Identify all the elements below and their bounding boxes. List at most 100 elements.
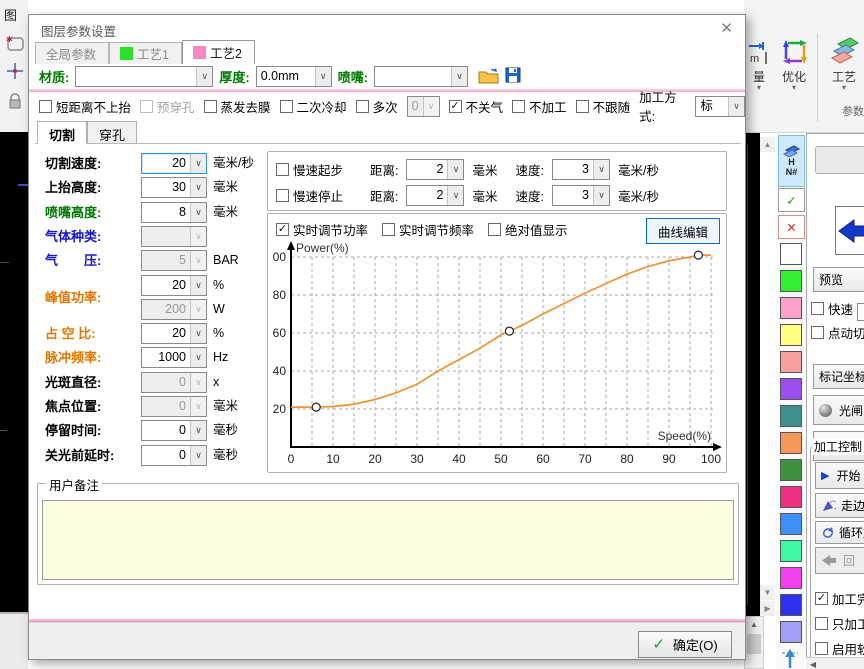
option-checkbox-5[interactable]: 多次	[356, 97, 398, 116]
tab-工艺2[interactable]: 工艺2	[182, 40, 255, 64]
option-checkbox-8[interactable]: 不跟随	[576, 97, 631, 116]
field-spinner[interactable]: 20∨	[141, 153, 207, 174]
layer-swatch-11[interactable]	[780, 513, 802, 535]
jog-cut-checkbox[interactable]: 点动切割	[811, 323, 864, 342]
layer-swatch-13[interactable]	[780, 567, 802, 589]
power-speed-chart[interactable]: 204060801000102030405060708090100Power(%…	[272, 240, 724, 470]
layer-scroll-down-icon[interactable]: ▼	[760, 585, 775, 600]
field-spinner[interactable]: 0∨	[141, 372, 207, 393]
option-checkbox-4[interactable]: 二次冷却	[280, 97, 347, 116]
control-checkbox-3[interactable]: 启用软	[815, 639, 864, 658]
layer-swatch-5[interactable]	[780, 351, 802, 373]
crosshair-tool-icon[interactable]	[4, 60, 26, 82]
close-icon[interactable]: ✕	[720, 19, 733, 37]
realtime-checkbox-2[interactable]: 实时调节频率	[382, 220, 474, 239]
back-arrow-button[interactable]	[835, 206, 864, 255]
times-spinner[interactable]: 0∨	[407, 96, 440, 117]
field-spinner[interactable]: 20∨	[141, 323, 207, 344]
field-spinner[interactable]: 0∨	[141, 396, 207, 417]
field-spinner[interactable]: 30∨	[141, 177, 207, 198]
layer-swatch-2[interactable]	[780, 270, 802, 292]
curve-control-point[interactable]	[505, 327, 513, 335]
trace-edge-button[interactable]: 走边	[815, 493, 864, 518]
dialog-titlebar[interactable]: 图层参数设置 ✕	[29, 15, 745, 41]
speed-spinner[interactable]: 3∨	[552, 185, 610, 206]
thickness-select[interactable]: 0.0mm∨	[256, 66, 332, 87]
scrollbar-thumb[interactable]	[747, 634, 761, 654]
lock-tool-icon[interactable]	[4, 90, 26, 112]
layer-swatch-8[interactable]	[780, 432, 802, 454]
layer-swatch-7[interactable]	[780, 405, 802, 427]
speed-spinner[interactable]: 3∨	[552, 159, 610, 180]
nozzle-select[interactable]: ∨	[374, 66, 468, 87]
vertical-scrollbar[interactable]: ▲	[744, 616, 764, 669]
realtime-checkbox-1[interactable]: ✓实时调节功率	[276, 220, 368, 239]
curve-control-point[interactable]	[694, 251, 702, 259]
layer-x-cell[interactable]: ✕	[778, 215, 805, 239]
scroll-left-icon[interactable]: ◀	[806, 657, 820, 669]
canvas-left[interactable]	[0, 132, 28, 612]
field-spinner[interactable]: ∨	[141, 226, 207, 247]
fast-value-input[interactable]	[857, 303, 864, 321]
field-spinner[interactable]: 20∨	[141, 275, 207, 296]
option-checkbox-6[interactable]: ✓不关气	[449, 97, 504, 116]
ribbon-tab-partial[interactable]: 图	[4, 5, 17, 24]
measure-button[interactable]: m 量 ▾	[744, 36, 774, 91]
layer-swatch-14[interactable]	[780, 594, 802, 616]
layer-swatch-9[interactable]	[780, 459, 802, 481]
mode-select[interactable]: 标准∨	[695, 96, 745, 117]
field-spinner[interactable]: 0∨	[141, 445, 207, 466]
slow-stop-checkbox[interactable]: 慢速停止	[276, 186, 362, 205]
ok-button[interactable]: ✓ 确定(O)	[638, 631, 732, 658]
layer-swatch-1[interactable]	[780, 243, 802, 265]
tab-工艺1[interactable]: 工艺1	[109, 42, 182, 64]
field-spinner[interactable]: 0∨	[141, 420, 207, 441]
field-spinner[interactable]: 200∨	[141, 299, 207, 320]
preview-button[interactable]: 预览	[813, 267, 864, 292]
capture-tool-icon[interactable]: ✱	[4, 32, 26, 54]
distance-spinner[interactable]: 2∨	[406, 185, 464, 206]
slow-start-checkbox[interactable]: 慢速起步	[276, 160, 362, 179]
distance-spinner[interactable]: 2∨	[406, 159, 464, 180]
control-checkbox-1[interactable]: ✓加工完成	[815, 589, 864, 608]
layer-check-cell[interactable]: ✓	[778, 188, 805, 212]
layer-swatch-3[interactable]	[780, 297, 802, 319]
realtime-checkbox-3[interactable]: 绝对值显示	[488, 220, 568, 239]
horizontal-scrollbar[interactable]: ◀	[806, 657, 864, 669]
optimize-button[interactable]: 优化 ▾	[774, 36, 814, 91]
tab-全局参数[interactable]: 全局参数	[35, 42, 109, 64]
option-checkbox-1[interactable]: 短距离不上抬	[39, 97, 131, 116]
curve-control-point[interactable]	[312, 403, 320, 411]
save-icon[interactable]	[505, 67, 521, 86]
layer-swatch-4[interactable]	[780, 324, 802, 346]
layer-swatch-6[interactable]	[780, 378, 802, 400]
remarks-textarea[interactable]	[42, 500, 734, 580]
mark-coord-button[interactable]: 标记坐标	[813, 364, 864, 389]
loop-machining-button[interactable]: 循环加	[815, 521, 864, 544]
option-checkbox-3[interactable]: 蒸发去膜	[204, 97, 271, 116]
tab-切割[interactable]: 切割	[37, 121, 87, 144]
layer-header-cell[interactable]: HN#	[778, 135, 805, 187]
field-spinner[interactable]: 5∨	[141, 250, 207, 271]
material-select[interactable]: ∨	[75, 66, 213, 87]
control-checkbox-2[interactable]: 只加工	[815, 614, 864, 633]
scroll-up-icon[interactable]: ▲	[745, 617, 763, 632]
option-checkbox-2[interactable]: 预穿孔	[140, 97, 195, 116]
process-button[interactable]: 工艺 ▾	[822, 36, 864, 91]
layer-scroll-right-icon[interactable]: ▶	[760, 601, 775, 616]
layer-swatch-12[interactable]	[780, 540, 802, 562]
tab-穿孔[interactable]: 穿孔	[87, 121, 137, 144]
layer-swatch-15[interactable]	[780, 621, 802, 643]
start-button[interactable]: ▶开始	[815, 462, 864, 489]
open-folder-icon[interactable]	[478, 67, 499, 87]
field-spinner[interactable]: 1000∨	[141, 347, 207, 368]
canvas-right[interactable]	[744, 133, 760, 616]
layer-swatch-10[interactable]	[780, 486, 802, 508]
shutter-button[interactable]: 光闸	[813, 395, 864, 425]
layer-scroll-up-icon[interactable]: ▲	[760, 137, 775, 152]
move-layer-up-icon[interactable]	[780, 648, 800, 669]
return-button[interactable]: 回	[815, 547, 864, 574]
field-spinner[interactable]: 8∨	[141, 202, 207, 223]
fast-checkbox[interactable]: 快速	[811, 299, 853, 318]
option-checkbox-7[interactable]: 不加工	[512, 97, 567, 116]
